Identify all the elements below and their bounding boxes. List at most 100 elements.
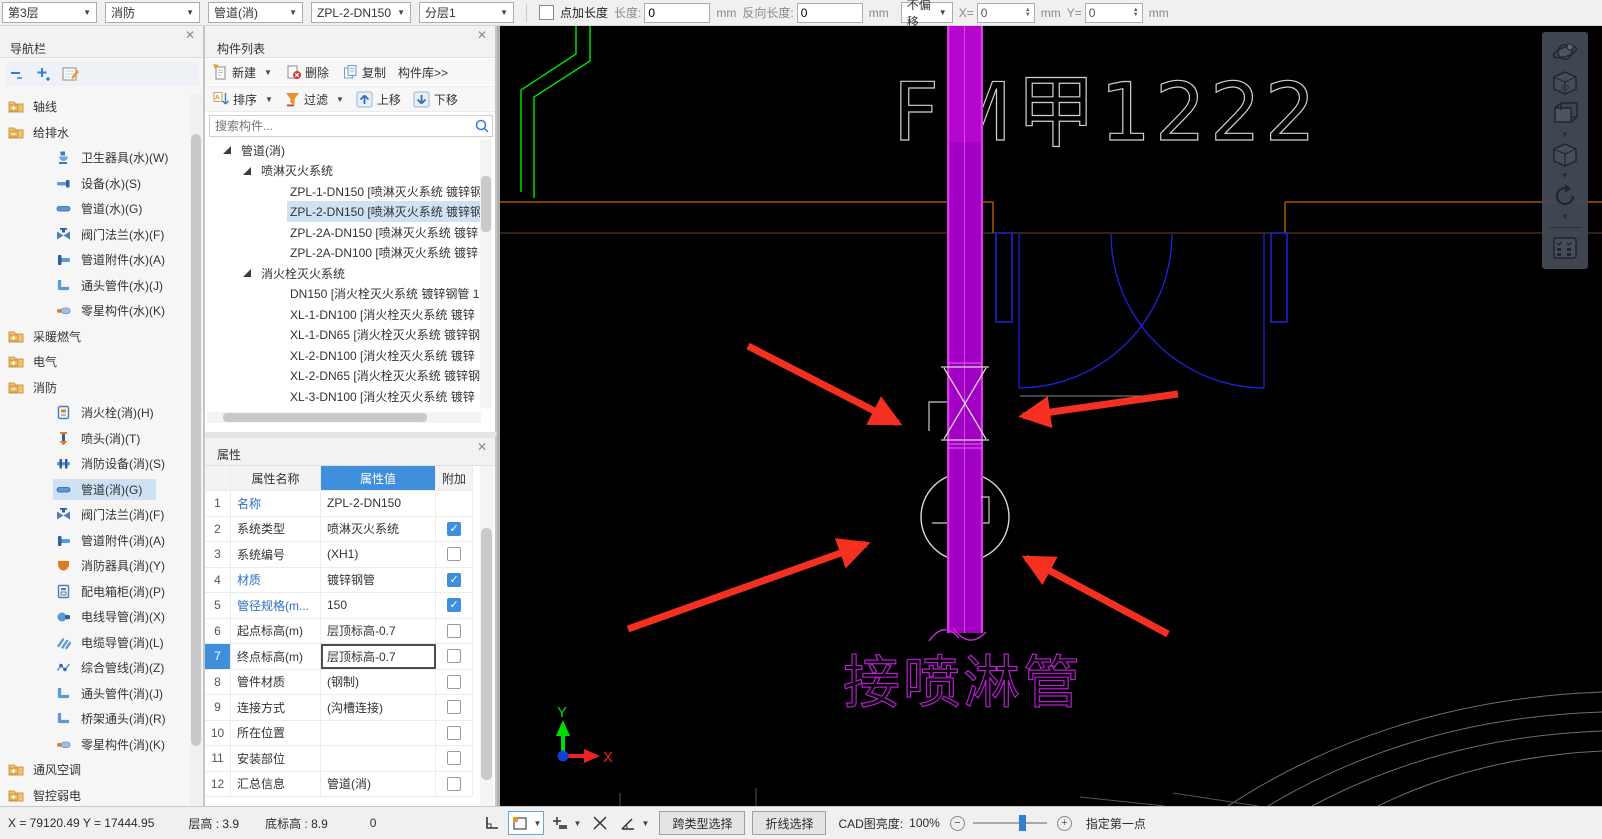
tree-expand-icon[interactable] xyxy=(243,269,251,277)
point-add-length-checkbox[interactable] xyxy=(539,5,554,20)
attach-checkbox[interactable] xyxy=(447,598,461,612)
property-row-number[interactable]: 3 xyxy=(205,542,231,567)
component-item[interactable]: 管道(消) xyxy=(205,140,483,161)
display-settings-icon[interactable] xyxy=(1552,235,1578,261)
brightness-plus-button[interactable]: + xyxy=(1057,816,1072,831)
component-item[interactable]: 消火栓灭火系统 xyxy=(205,263,483,284)
new-button[interactable]: 新建▼ xyxy=(213,64,272,81)
attach-checkbox[interactable] xyxy=(447,649,461,663)
sidebar-item[interactable]: 电线导管(消)(X) xyxy=(0,604,190,630)
attach-checkbox[interactable] xyxy=(447,522,461,536)
sidebar-item[interactable]: 桥架通头(消)(R) xyxy=(0,706,190,732)
property-row-number[interactable]: 12 xyxy=(205,772,231,797)
cross-type-select-button[interactable]: 跨类型选择 xyxy=(659,811,745,835)
property-value[interactable]: 层顶标高-0.7 xyxy=(321,619,436,644)
sidebar-item[interactable]: 消防器具(消)(Y) xyxy=(0,553,190,579)
attach-checkbox[interactable] xyxy=(447,547,461,561)
tree-expand-icon[interactable] xyxy=(223,146,231,154)
sidebar-item[interactable]: 管道(消)(G) xyxy=(0,477,190,503)
attach-checkbox[interactable] xyxy=(447,777,461,791)
sidebar-item[interactable]: 阀门法兰(水)(F) xyxy=(0,222,190,248)
close-icon[interactable]: ✕ xyxy=(477,440,487,454)
properties-scrollbar[interactable] xyxy=(480,466,493,810)
property-row-number[interactable]: 9 xyxy=(205,695,231,720)
sidebar-item[interactable]: 喷头(消)(T) xyxy=(0,426,190,452)
close-icon[interactable]: ✕ xyxy=(185,28,195,42)
sidebar-item[interactable]: 综合管线(消)(Z) xyxy=(0,655,190,681)
floor-select[interactable]: 第3层▼ xyxy=(2,2,97,23)
component-item[interactable]: DN150 [消火栓灭火系统 镀锌钢管 1 xyxy=(205,284,483,305)
sidebar-item[interactable]: 智控弱电 xyxy=(0,783,190,807)
property-value[interactable] xyxy=(321,721,436,746)
component-item[interactable]: 喷淋灭火系统 xyxy=(205,161,483,182)
polyline-select-button[interactable]: 折线选择 xyxy=(752,811,826,835)
move-down-button[interactable]: 下移 xyxy=(413,91,458,108)
property-row-number[interactable]: 5 xyxy=(205,593,231,618)
sidebar-item[interactable]: 电气 xyxy=(0,349,190,375)
component-item[interactable]: XL-2-DN100 [消火栓灭火系统 镀锌 xyxy=(205,345,483,366)
property-value[interactable] xyxy=(321,746,436,771)
property-value[interactable]: ZPL-2-DN150 xyxy=(321,491,436,516)
property-value[interactable]: (沟槽连接) xyxy=(321,695,436,720)
property-value[interactable]: 150 xyxy=(321,593,436,618)
property-row-number[interactable]: 6 xyxy=(205,619,231,644)
layer-select[interactable]: 分层1▼ xyxy=(419,2,514,23)
component-item[interactable]: ZPL-1-DN150 [喷淋灭火系统 镀锌钢 xyxy=(205,181,483,202)
sidebar-item[interactable]: 设备(水)(S) xyxy=(0,171,190,197)
delete-button[interactable]: 删除 xyxy=(286,64,329,81)
orbit-icon[interactable] xyxy=(1551,38,1579,66)
sidebar-item[interactable]: 消火栓(消)(H) xyxy=(0,400,190,426)
sidebar-item[interactable]: 通风空调 xyxy=(0,757,190,783)
length-input[interactable] xyxy=(644,3,710,23)
sidebar-item[interactable]: 管道附件(消)(A) xyxy=(0,528,190,554)
attach-checkbox[interactable] xyxy=(447,726,461,740)
sidebar-item[interactable]: 管道(水)(G) xyxy=(0,196,190,222)
spinner-arrows-icon[interactable]: ▲▼ xyxy=(1022,8,1034,18)
sidebar-item[interactable]: 阀门法兰(消)(F) xyxy=(0,502,190,528)
property-value[interactable]: 喷淋灭火系统 xyxy=(321,517,436,542)
offset-mode-select[interactable]: 不偏移▼ xyxy=(901,2,953,23)
spinner-arrows-icon[interactable]: ▲▼ xyxy=(1130,8,1142,18)
sidebar-item[interactable]: 零星构件(水)(K) xyxy=(0,298,190,324)
component-item[interactable]: ZPL-2A-DN100 [喷淋灭火系统 镀锌 xyxy=(205,243,483,264)
ortho-mode-button[interactable] xyxy=(480,811,504,835)
sort-button[interactable]: A排序▼ xyxy=(213,91,273,108)
sidebar-item[interactable]: 卫生器具(水)(W) xyxy=(0,145,190,171)
sidebar-item[interactable]: 通头管件(水)(J) xyxy=(0,273,190,299)
property-row-number[interactable]: 11 xyxy=(205,746,231,771)
cad-canvas[interactable]: FM甲1222 xyxy=(497,26,1602,806)
sidebar-item[interactable]: 采暖燃气 xyxy=(0,324,190,350)
collapse-all-icon[interactable] xyxy=(8,65,26,83)
property-row-number[interactable]: 8 xyxy=(205,670,231,695)
property-value[interactable]: 层顶标高-0.7 xyxy=(321,644,436,669)
sidebar-item[interactable]: 电缆导管(消)(L) xyxy=(0,630,190,656)
navigator-scrollbar[interactable] xyxy=(190,94,202,804)
view-3d-icon[interactable]: 3D xyxy=(1551,69,1579,97)
attach-checkbox[interactable] xyxy=(447,573,461,587)
property-value[interactable]: 管道(消) xyxy=(321,772,436,797)
filter-button[interactable]: 过滤▼ xyxy=(285,91,344,108)
chevron-down-icon[interactable]: ▼ xyxy=(1561,213,1569,220)
cross-draw-button[interactable] xyxy=(588,811,612,835)
sidebar-item[interactable]: 轴线 xyxy=(0,94,190,120)
property-row-number[interactable]: 7 xyxy=(205,644,231,669)
point-draw-button[interactable]: ▼ xyxy=(548,811,584,835)
property-row-number[interactable]: 2 xyxy=(205,517,231,542)
sidebar-item[interactable]: 给排水 xyxy=(0,120,190,146)
rotate-icon[interactable] xyxy=(1551,182,1579,210)
search-input[interactable] xyxy=(210,119,474,133)
chevron-down-icon[interactable]: ▼ xyxy=(1561,172,1569,179)
sidebar-item[interactable]: 通头管件(消)(J) xyxy=(0,681,190,707)
copy-button[interactable]: 复制 xyxy=(343,64,386,81)
component-item[interactable]: ZPL-2-DN150 [喷淋灭火系统 镀锌钢 xyxy=(205,202,483,223)
property-value[interactable]: (XH1) xyxy=(321,542,436,567)
solid-cube-icon[interactable] xyxy=(1551,141,1579,169)
angle-draw-button[interactable]: ▼ xyxy=(616,811,652,835)
cad-drawing[interactable]: FM甲1222 xyxy=(500,26,1602,806)
edit-list-icon[interactable] xyxy=(62,65,80,83)
component-hscrollbar[interactable] xyxy=(207,412,481,423)
component-item[interactable]: ZPL-2A-DN150 [喷淋灭火系统 镀锌 xyxy=(205,222,483,243)
move-up-button[interactable]: 上移 xyxy=(356,91,401,108)
attach-checkbox[interactable] xyxy=(447,675,461,689)
property-row-number[interactable]: 10 xyxy=(205,721,231,746)
